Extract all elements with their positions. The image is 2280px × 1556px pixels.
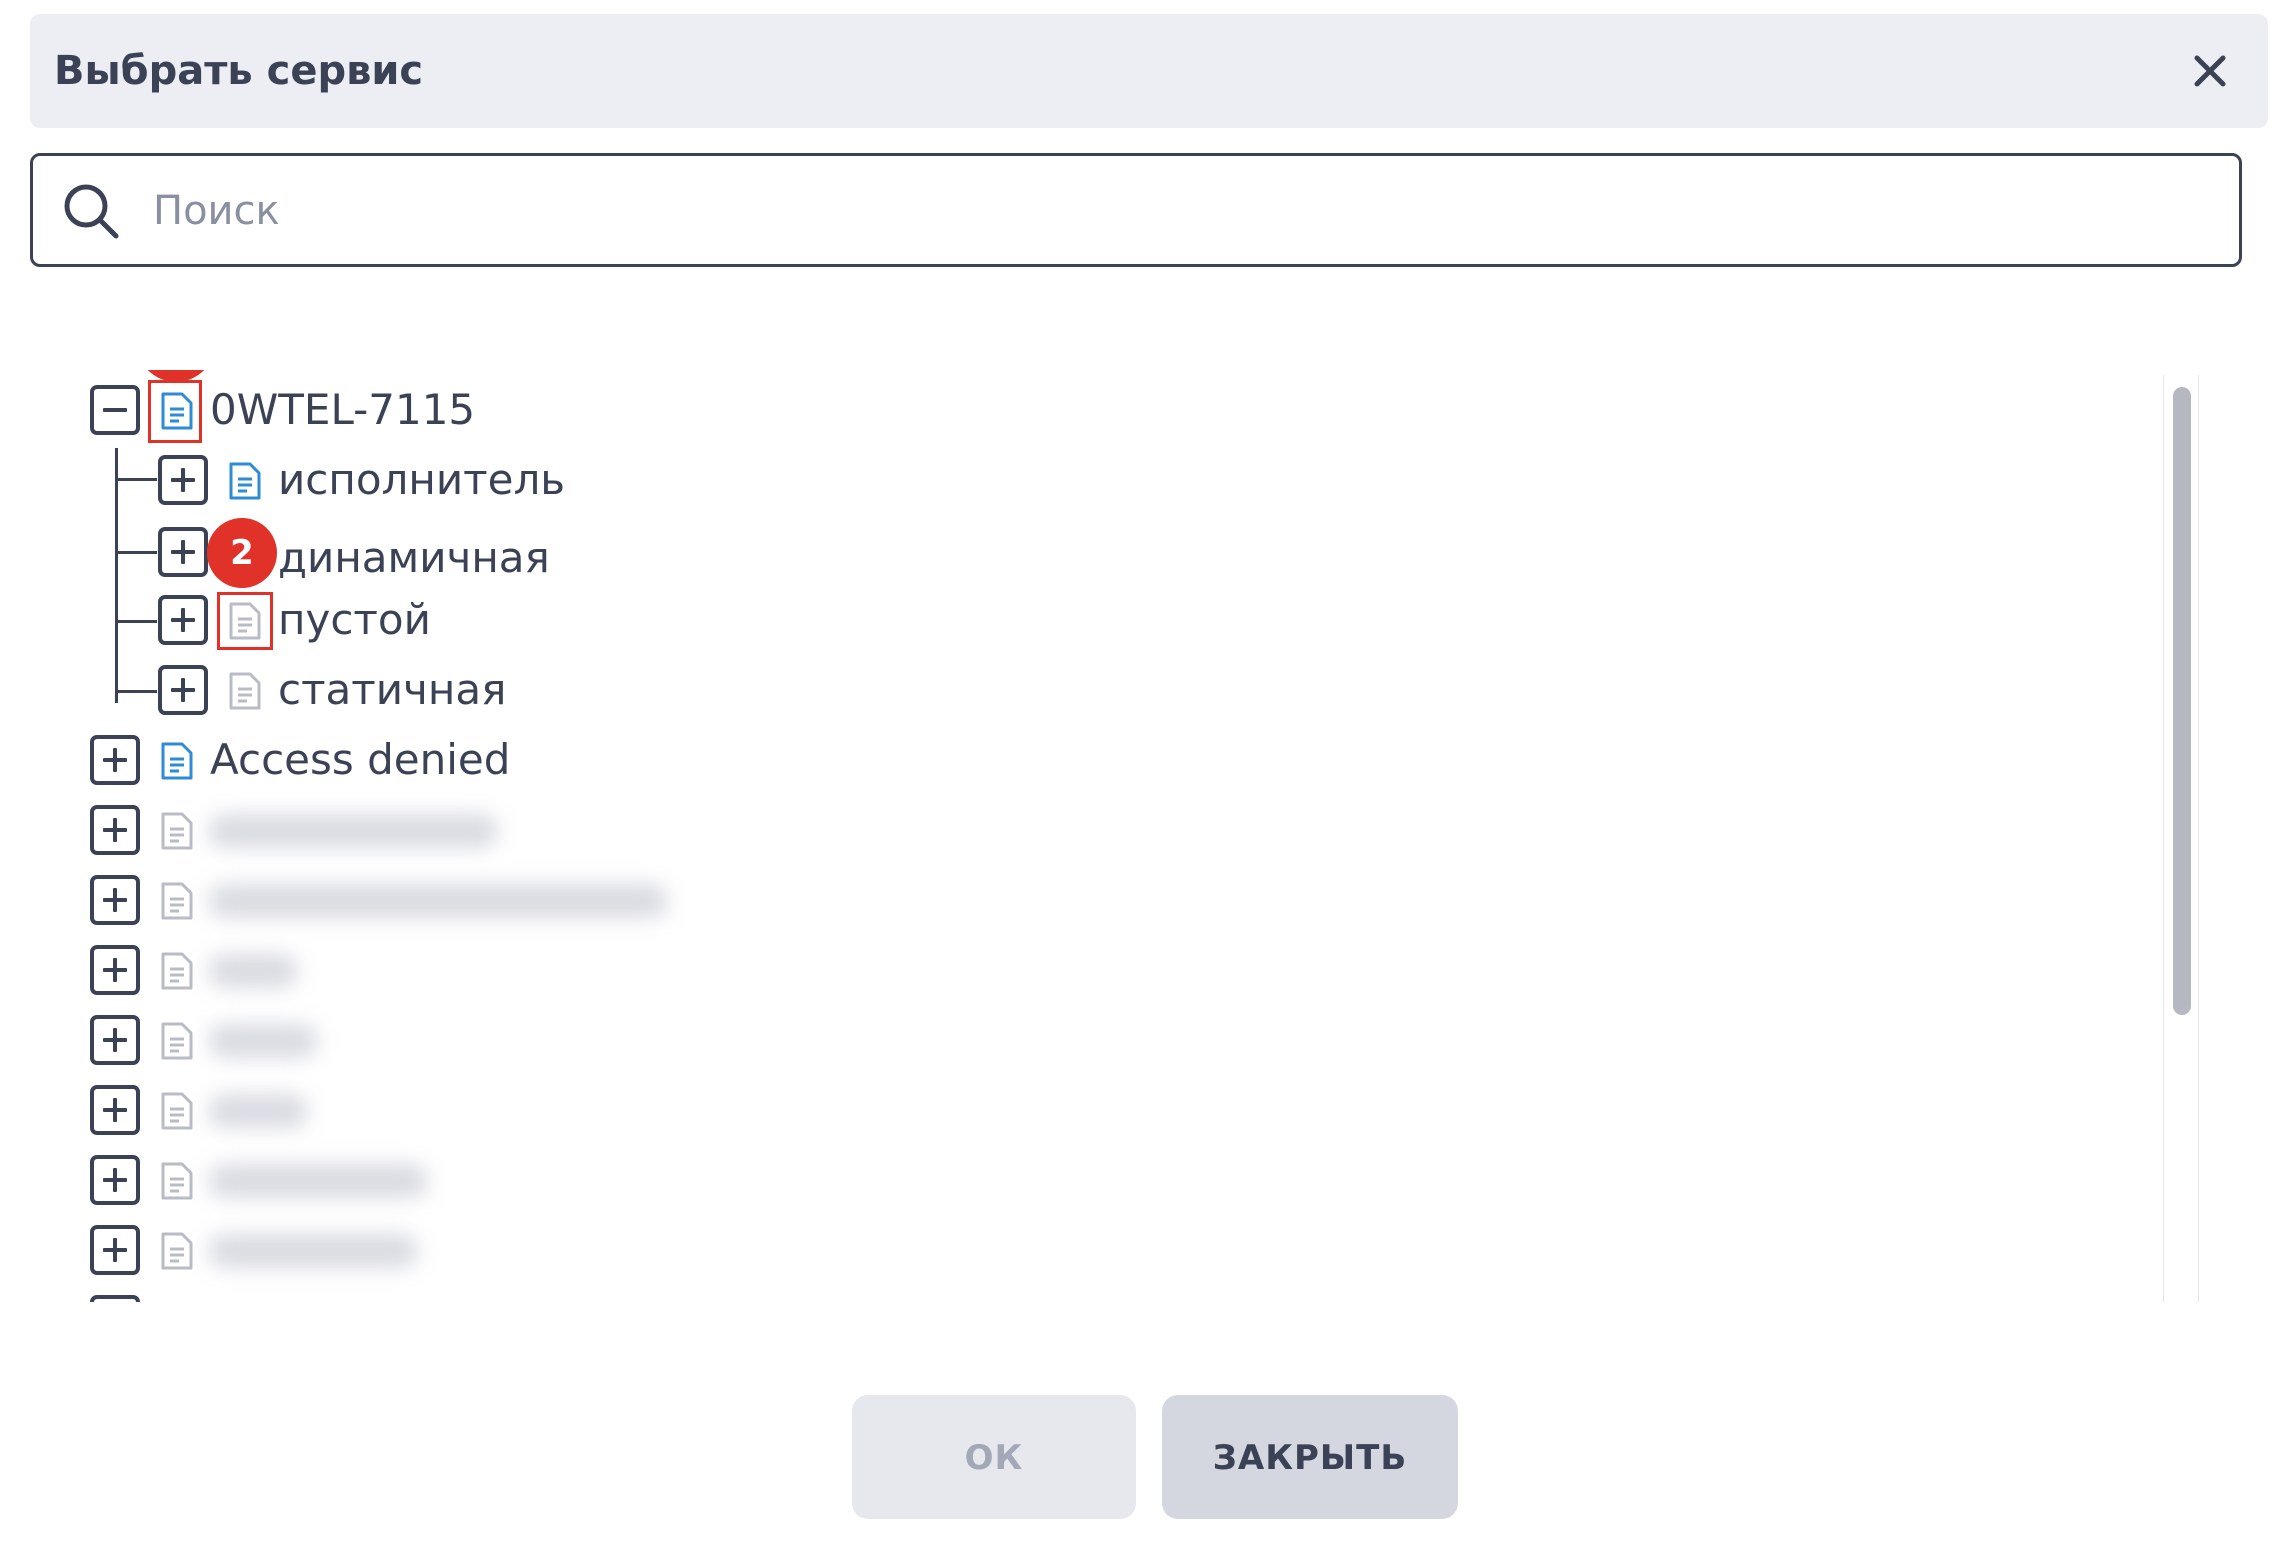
- tree-node-redacted[interactable]: [90, 870, 990, 930]
- document-icon: [161, 1232, 193, 1270]
- tree-node-label: динамичная: [278, 533, 550, 582]
- tree-connector: [115, 690, 157, 693]
- tree-node-label: исполнитель: [278, 455, 566, 504]
- redacted-label: [208, 814, 498, 848]
- search-box[interactable]: [30, 153, 2242, 267]
- tree-node-child[interactable]: пустой: [158, 590, 1058, 650]
- annotation-badge: 2: [207, 518, 277, 588]
- expand-toggle[interactable]: [158, 595, 208, 645]
- tree-node-label: Access denied: [210, 735, 511, 784]
- expand-toggle[interactable]: [90, 805, 140, 855]
- document-icon: [229, 462, 261, 500]
- expand-toggle[interactable]: [158, 455, 208, 505]
- tree-node-child[interactable]: статичная: [158, 660, 1058, 720]
- document-icon: [161, 1022, 193, 1060]
- expand-toggle[interactable]: [90, 1015, 140, 1065]
- search-input[interactable]: [151, 156, 2215, 266]
- ok-button[interactable]: ОК: [852, 1395, 1136, 1519]
- tree-connector: [115, 620, 157, 623]
- close-icon: [2194, 55, 2226, 87]
- tree-node-redacted[interactable]: [90, 940, 990, 1000]
- redacted-label: [208, 1024, 318, 1058]
- service-tree: 0WTEL-7115 1 исполнитель динамичная 2 пу…: [0, 370, 2180, 1302]
- search-icon: [64, 184, 119, 239]
- tree-node-label: статичная: [278, 665, 507, 714]
- close-dialog-button[interactable]: ЗАКРЫТЬ: [1162, 1395, 1458, 1519]
- scrollbar[interactable]: [2163, 375, 2199, 1302]
- document-icon: [161, 742, 193, 780]
- tree-node-label: пустой: [278, 595, 431, 644]
- redacted-label: [208, 884, 668, 918]
- document-icon: [161, 882, 193, 920]
- tree-node-redacted[interactable]: [90, 1220, 990, 1280]
- tree-node-redacted[interactable]: [90, 1010, 990, 1070]
- document-icon: [161, 1162, 193, 1200]
- tree-node[interactable]: Access denied: [90, 730, 990, 790]
- tree-node-child[interactable]: динамичная: [158, 522, 1058, 582]
- expand-toggle[interactable]: [90, 945, 140, 995]
- expand-toggle[interactable]: [90, 1295, 140, 1302]
- document-icon: [161, 952, 193, 990]
- expand-toggle[interactable]: [90, 1155, 140, 1205]
- document-icon: [161, 1092, 193, 1130]
- redacted-label: [208, 1234, 418, 1268]
- collapse-toggle[interactable]: [90, 385, 140, 435]
- tree-node-child[interactable]: исполнитель: [158, 450, 1058, 510]
- redacted-label: [208, 1164, 428, 1198]
- tree-node-redacted[interactable]: [90, 1150, 990, 1210]
- tree-node-redacted[interactable]: [90, 1080, 990, 1140]
- tree-node-root[interactable]: 0WTEL-7115: [90, 380, 990, 440]
- tree-connector: [115, 448, 118, 703]
- expand-toggle[interactable]: [90, 1085, 140, 1135]
- scrollbar-thumb[interactable]: [2173, 387, 2191, 1015]
- tree-node-redacted[interactable]: [90, 1290, 990, 1302]
- tree-connector: [115, 551, 157, 554]
- tree-connector: [115, 478, 157, 481]
- expand-toggle[interactable]: [158, 527, 208, 577]
- dialog-title: Выбрать сервис: [54, 48, 424, 94]
- tree-node-redacted[interactable]: [90, 800, 990, 860]
- annotation-highlight-box: [217, 592, 273, 650]
- expand-toggle[interactable]: [158, 665, 208, 715]
- document-icon: [229, 672, 261, 710]
- expand-toggle[interactable]: [90, 1225, 140, 1275]
- expand-toggle[interactable]: [90, 735, 140, 785]
- annotation-highlight-box: [148, 380, 202, 443]
- tree-node-label: 0WTEL-7115: [210, 385, 476, 434]
- redacted-label: [208, 954, 298, 988]
- dialog-header: Выбрать сервис: [30, 14, 2268, 128]
- expand-toggle[interactable]: [90, 875, 140, 925]
- document-icon: [161, 812, 193, 850]
- redacted-label: [208, 1094, 308, 1128]
- close-button[interactable]: [2180, 41, 2240, 101]
